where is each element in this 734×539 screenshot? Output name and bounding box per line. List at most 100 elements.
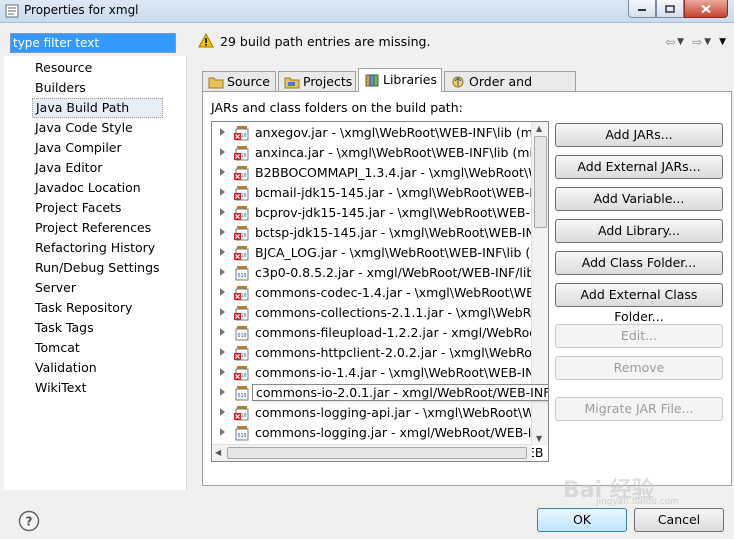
tab-source-label: Source [227,74,270,89]
scroll-down-icon[interactable]: ▼ [536,434,542,443]
tree-row-label: commons-httpclient-2.0.2.jar - \xmgl\Web… [255,345,549,360]
back-arrow-icon[interactable]: ⇦ [665,35,675,49]
expand-arrow-icon[interactable] [220,428,225,436]
nav-item-javadoc-location[interactable]: Javadoc Location [32,178,163,198]
tree-row-label: commons-codec-1.4.jar - \xmgl\WebRoot\WE… [255,285,543,300]
svg-text:?: ? [26,515,33,529]
nav-item-task-tags[interactable]: Task Tags [32,318,163,338]
nav-item-builders[interactable]: Builders [32,78,163,98]
expand-arrow-icon[interactable] [220,148,225,156]
tree-row[interactable]: 010 B2BBOCOMMAPI_1.3.4.jar - \xmgl\WebRoo… [212,163,548,183]
tree-row[interactable]: 010 commons-io-1.4.jar - \xmgl\WebRoot\WE… [212,363,542,383]
filter-input[interactable] [11,34,175,52]
tree-row[interactable]: 010 anxinca.jar - \xmgl\WebRoot\WEB-INF\l… [212,143,546,163]
tree-row-label: commons-io-1.4.jar - \xmgl\WebRoot\WEB-I… [255,365,542,380]
vertical-scroll-thumb[interactable] [534,136,547,228]
horizontal-scroll-thumb[interactable] [227,447,527,459]
tree-row[interactable]: 010 commons-io-2.0.1.jar - xmgl/WebRoot/W… [212,383,548,403]
build-path-label: JARs and class folders on the build path… [211,100,463,115]
tree-horizontal-scrollbar[interactable]: ◀ [212,444,532,461]
nav-item-refactoring-history[interactable]: Refactoring History [32,238,163,258]
expand-arrow-icon[interactable] [220,308,225,316]
tab-libraries-label: Libraries [383,72,437,87]
add-external-class-folder-button[interactable]: Add External Class Folder... [555,283,723,324]
remove-button[interactable]: Remove [555,356,723,380]
missing-jar-icon: 010 [234,226,249,241]
back-dropdown-icon[interactable]: ▼ [677,37,684,47]
nav-item-resource[interactable]: Resource [32,58,163,78]
tab-order-and-export[interactable]: Order and Export [444,71,576,109]
nav-item-task-repository[interactable]: Task Repository [32,298,163,318]
nav-item-java-code-style[interactable]: Java Code Style [32,118,163,138]
filter-field[interactable] [10,33,176,53]
expand-arrow-icon[interactable] [220,208,225,216]
missing-jar-icon: 010 [234,126,249,141]
expand-arrow-icon[interactable] [220,168,225,176]
forward-dropdown-icon[interactable]: ▼ [704,37,711,47]
tree-row[interactable]: 010 c3p0-0.8.5.2.jar - xmgl/WebRoot/WEB-I… [212,263,538,283]
maximize-button[interactable] [656,0,684,18]
scroll-left-icon[interactable]: ◀ [215,448,221,457]
missing-jar-icon: 010 [234,306,249,321]
tree-row-label: commons-fileupload-1.2.2.jar - xmgl/WebR… [255,325,547,340]
nav-item-java-build-path[interactable]: Java Build Path [32,98,163,118]
scroll-up-icon[interactable]: ▲ [536,124,542,133]
tree-row-label: commons-logging-api.jar - \xmgl\WebRoot\… [255,405,549,420]
nav-item-wikitext[interactable]: WikiText [32,378,163,398]
nav-item-project-facets[interactable]: Project Facets [32,198,163,218]
add-class-folder-button[interactable]: Add Class Folder... [555,251,723,275]
tree-row[interactable]: 010 anxegov.jar - \xmgl\WebRoot\WEB-INF\l… [212,123,543,143]
nav-item-java-editor[interactable]: Java Editor [32,158,163,178]
nav-item-java-compiler[interactable]: Java Compiler [32,138,163,158]
tab-source[interactable]: Source [202,71,276,91]
tree-row[interactable]: 010 commons-codec-1.4.jar - \xmgl\WebRoot… [212,283,543,303]
tree-row[interactable]: 010 bctsp-jdk15-145.jar - \xmgl\WebRoot\W… [212,223,542,243]
forward-arrow-icon[interactable]: ⇨ [692,35,702,49]
message-bar: 29 build path entries are missing. ⇦ ▼ ⇨… [190,26,734,56]
nav-item-server[interactable]: Server [32,278,163,298]
nav-item-validation[interactable]: Validation [32,358,163,378]
add-jars-button[interactable]: Add JARs... [555,123,723,147]
cancel-button[interactable]: Cancel [634,508,724,532]
tree-row[interactable]: 010 commons-logging-api.jar - \xmgl\WebRo… [212,403,548,423]
tree-row[interactable]: 010 bcmail-jdk15-145.jar - \xmgl\WebRoot\… [212,183,542,203]
tab-libraries[interactable]: Libraries [358,68,442,92]
tree-row[interactable]: 010 bcprov-jdk15-145.jar - \xmgl\WebRoot\… [212,203,543,223]
tab-projects[interactable]: Projects [278,71,356,91]
add-library-button[interactable]: Add Library... [555,219,723,243]
expand-arrow-icon[interactable] [220,128,225,136]
expand-arrow-icon[interactable] [220,408,225,416]
expand-arrow-icon[interactable] [220,388,225,396]
expand-arrow-icon[interactable] [220,368,225,376]
library-tree[interactable]: 010 anxegov.jar - \xmgl\WebRoot\WEB-INF\l… [211,121,549,462]
ok-button[interactable]: OK [537,508,627,532]
minimize-icon [638,8,646,11]
view-menu-icon[interactable]: ▼ [719,37,726,47]
minimize-button[interactable] [628,0,656,18]
edit-button[interactable]: Edit... [555,324,723,348]
jar-icon: 010 [235,386,249,401]
add-variable-button[interactable]: Add Variable... [555,187,723,211]
migrate-jar-button[interactable]: Migrate JAR File... [555,397,723,421]
expand-arrow-icon[interactable] [220,288,225,296]
expand-arrow-icon[interactable] [220,328,225,336]
expand-arrow-icon[interactable] [220,268,225,276]
tree-row-label: commons-logging.jar - xmgl/WebRoot/WEB-I… [255,425,541,440]
expand-arrow-icon[interactable] [220,228,225,236]
tree-row[interactable]: 010 commons-logging.jar - xmgl/WebRoot/WE… [212,423,541,443]
expand-arrow-icon[interactable] [220,248,225,256]
tree-row[interactable]: 010 commons-collections-2.1.1.jar - \xmgl… [212,303,548,323]
help-icon[interactable]: ? [18,510,40,532]
nav-item-project-references[interactable]: Project References [32,218,163,238]
tree-row[interactable]: 010 commons-httpclient-2.0.2.jar - \xmgl\… [212,343,548,363]
nav-item-run-debug-settings[interactable]: Run/Debug Settings [32,258,163,278]
missing-jar-icon: 010 [234,186,249,201]
tree-row[interactable]: 010 BJCA_LOG.jar - \xmgl\WebRoot\WEB-INF\… [212,243,542,263]
missing-jar-icon: 010 [234,206,249,221]
tree-row[interactable]: 010 commons-fileupload-1.2.2.jar - xmgl/W… [212,323,546,343]
expand-arrow-icon[interactable] [220,188,225,196]
add-external-jars-button[interactable]: Add External JARs... [555,155,723,179]
close-button[interactable] [684,0,728,18]
nav-item-tomcat[interactable]: Tomcat [32,338,163,358]
expand-arrow-icon[interactable] [220,348,225,356]
